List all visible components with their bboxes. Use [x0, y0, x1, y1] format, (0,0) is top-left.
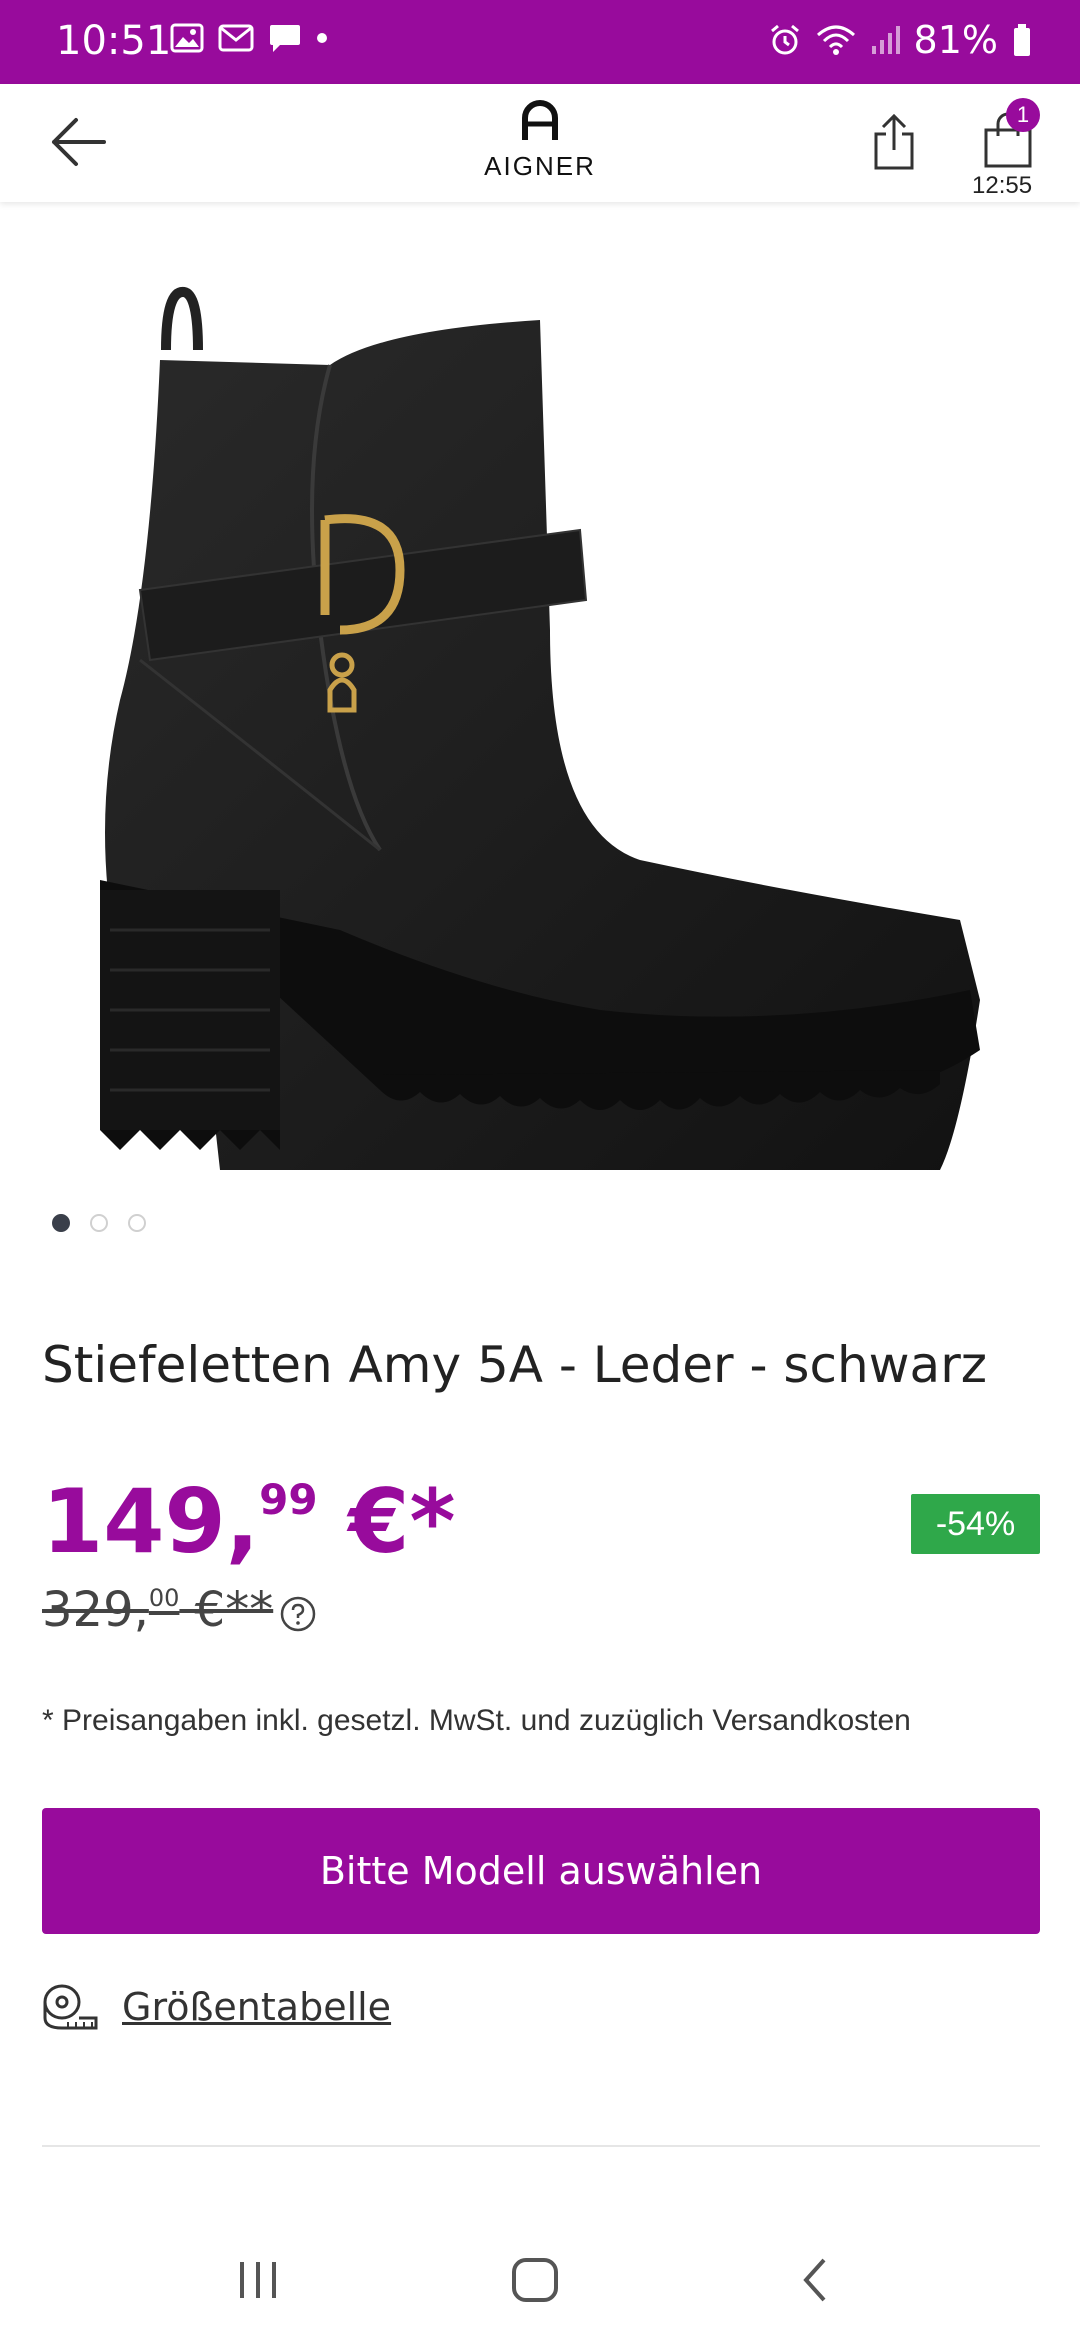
back-arrow-icon[interactable] [46, 114, 110, 170]
price-note: * Preisangaben inkl. gesetzl. MwSt. und … [42, 1704, 911, 1737]
signal-icon [871, 26, 900, 54]
divider [42, 2145, 1040, 2147]
old-price-main: 329, [42, 1582, 149, 1638]
app-header: AIGNER 1 12:55 [0, 84, 1080, 202]
help-icon[interactable] [280, 1596, 316, 1632]
cart-count-badge: 1 [1006, 98, 1040, 132]
size-chart-label[interactable]: Größentabelle [122, 1985, 391, 2029]
aigner-horseshoe-icon [522, 100, 558, 140]
dot-icon [317, 33, 327, 43]
discount-badge: -54% [911, 1494, 1040, 1554]
wifi-icon [816, 25, 855, 55]
current-price: 149,99 €* [42, 1470, 455, 1573]
product-image[interactable] [80, 270, 1000, 1210]
message-icon [270, 25, 300, 52]
select-model-button[interactable]: Bitte Modell auswählen [42, 1808, 1040, 1934]
measuring-tape-icon [43, 1984, 98, 2030]
logo-text: AIGNER [484, 151, 596, 181]
status-bar: 10:51 81% [0, 0, 1080, 84]
product-title: Stiefeletten Amy 5A - Leder - schwarz [42, 1336, 987, 1394]
aigner-logo[interactable]: AIGNER [470, 98, 610, 188]
system-nav-bar [0, 2200, 1080, 2340]
price-main: 149, [42, 1470, 260, 1573]
old-price: 329,00 €** [42, 1582, 273, 1638]
share-icon[interactable] [868, 112, 920, 172]
system-icons: 81% [768, 18, 1032, 62]
cart-button[interactable]: 1 12:55 [970, 98, 1062, 199]
price-cents: 99 [259, 1475, 318, 1524]
notification-icons [170, 22, 328, 54]
carousel-dot[interactable] [90, 1214, 108, 1232]
home-icon[interactable] [510, 2256, 560, 2304]
mail-icon [218, 24, 254, 52]
price-suffix: €* [317, 1470, 456, 1573]
status-time: 10:51 [56, 18, 172, 64]
old-price-cents: 00 [148, 1584, 180, 1612]
old-price-suffix: €** [179, 1582, 274, 1638]
system-back-icon[interactable] [800, 2256, 830, 2304]
gallery-icon [170, 23, 204, 53]
carousel-dot[interactable] [52, 1214, 70, 1232]
battery-percent: 81% [913, 18, 998, 62]
recent-apps-icon[interactable] [236, 2260, 280, 2300]
battery-icon [1014, 24, 1030, 56]
size-chart-link[interactable]: Größentabelle [42, 1982, 391, 2032]
cart-time: 12:55 [972, 172, 1033, 199]
carousel-indicator[interactable] [52, 1214, 146, 1232]
carousel-dot[interactable] [128, 1214, 146, 1232]
alarm-icon [770, 24, 799, 55]
